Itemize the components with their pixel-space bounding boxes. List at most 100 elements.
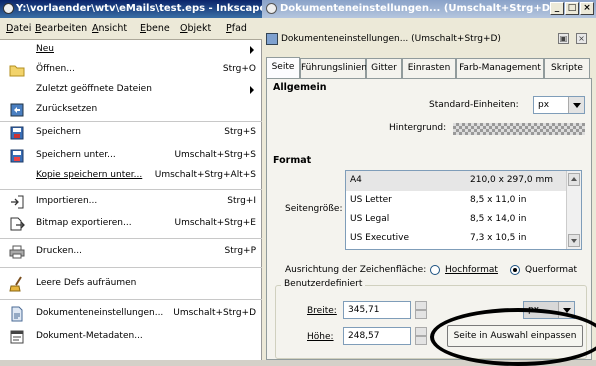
units-combo[interactable]: px	[533, 96, 585, 114]
submenu-arrow-icon	[250, 86, 254, 94]
dock-title: Dokumenteneinstellungen... (Umschalt+Str…	[281, 34, 501, 44]
menu-item-save-as[interactable]: Speichern unter... Umschalt+Strg+S	[0, 146, 262, 166]
page-size-dimensions: 8,5 x 14,0 in	[470, 214, 527, 224]
landscape-radio[interactable]	[510, 265, 520, 275]
dialog-title-bar[interactable]: Dokumenteneinstellungen... (Umschalt+Str…	[262, 0, 596, 18]
inkscape-app-icon	[266, 3, 277, 14]
menu-item-import[interactable]: Importieren... Strg+I	[0, 192, 262, 212]
menu-item-oeffnen[interactable]: Öffnen... Strg+O	[0, 60, 262, 80]
save-as-icon	[9, 148, 25, 164]
menu-item-label: Drucken...	[36, 246, 82, 256]
width-value: 345,71	[348, 305, 380, 315]
menu-separator	[0, 267, 262, 268]
inkscape-app-icon	[3, 3, 14, 14]
page-size-list[interactable]: A4 210,0 x 297,0 mm US Letter 8,5 x 11,0…	[345, 170, 582, 250]
menu-item-print[interactable]: Drucken... Strg+P	[0, 242, 262, 262]
revert-icon	[9, 102, 25, 118]
window-title-bar[interactable]: Y:\vorlaender\wtv\eMails\test.eps - Inks…	[0, 0, 262, 18]
list-item[interactable]: A4 210,0 x 297,0 mm	[346, 171, 568, 191]
menu-item-label: Dokument-Metadaten...	[36, 331, 143, 341]
menu-item-label: Zuletzt geöffnete Dateien	[36, 84, 152, 94]
menu-objekt[interactable]: Objekt	[180, 23, 211, 34]
custom-size-group-title: Benutzerdefiniert	[281, 279, 366, 289]
menu-item-revert[interactable]: Zurücksetzen	[0, 100, 262, 120]
width-input[interactable]: 345,71	[343, 301, 411, 319]
document-settings-icon	[9, 306, 25, 322]
page-size-dimensions: 210,0 x 297,0 mm	[470, 175, 553, 185]
increment-icon[interactable]	[415, 301, 427, 310]
list-item[interactable]: US Executive 7,3 x 10,5 in	[346, 229, 568, 249]
background-color-swatch[interactable]	[453, 123, 585, 135]
metadata-icon	[9, 329, 25, 345]
menu-separator	[0, 189, 262, 190]
menu-separator	[0, 121, 262, 122]
export-icon	[9, 216, 25, 232]
scroll-up-icon[interactable]	[568, 173, 580, 186]
folder-icon	[9, 62, 25, 78]
page-size-dimensions: 7,3 x 10,5 in	[470, 233, 527, 243]
close-button[interactable]: ×	[580, 2, 594, 15]
window-title: Y:\vorlaender\wtv\eMails\test.eps - Inks…	[16, 3, 262, 14]
page-size-dimensions: 8,5 x 11,0 in	[470, 195, 527, 205]
chevron-down-icon	[568, 97, 584, 113]
menu-datei[interactable]: Datei	[6, 23, 31, 34]
menu-item-save-copy[interactable]: Kopie speichern unter... Umschalt+Strg+A…	[0, 166, 262, 186]
height-input[interactable]: 248,57	[343, 327, 411, 345]
menu-ansicht[interactable]: Ansicht	[92, 23, 127, 34]
menu-item-shortcut: Umschalt+Strg+Alt+S	[154, 170, 256, 180]
portrait-radio[interactable]	[430, 265, 440, 275]
menu-item-label: Speichern unter...	[36, 150, 116, 160]
portrait-label[interactable]: Hochformat	[445, 265, 498, 275]
menu-item-document-metadata[interactable]: Dokument-Metadaten...	[0, 327, 262, 347]
menu-item-vacuum-defs[interactable]: Leere Defs aufräumen	[0, 274, 262, 294]
decrement-icon[interactable]	[415, 310, 427, 319]
menu-item-label: Zurücksetzen	[36, 104, 98, 114]
dialog-title: Dokumenteneinstellungen... (Umschalt+Str…	[280, 3, 555, 14]
printer-icon	[9, 244, 25, 260]
tab-seite[interactable]: Seite	[266, 57, 300, 78]
page-size-name: A4	[350, 175, 362, 185]
page-size-name: US Legal	[350, 214, 390, 224]
menu-item-export-bitmap[interactable]: Bitmap exportieren... Umschalt+Strg+E	[0, 214, 262, 234]
list-item[interactable]: US Legal 8,5 x 14,0 in	[346, 210, 568, 230]
menu-item-neu[interactable]: Neu	[0, 40, 262, 60]
file-menu-popup: Neu Öffnen... Strg+O Zuletzt geöffnete D…	[0, 40, 262, 360]
landscape-label[interactable]: Querformat	[525, 265, 577, 275]
menu-item-label: Neu	[36, 44, 54, 54]
menu-item-label: Speichern	[36, 127, 81, 137]
tab-farb-management[interactable]: Farb-Management	[456, 58, 544, 78]
menu-item-shortcut: Strg+O	[222, 64, 256, 74]
width-spinner[interactable]	[415, 301, 427, 319]
list-item[interactable]: US Letter 8,5 x 11,0 in	[346, 191, 568, 211]
menu-item-label: Bitmap exportieren...	[36, 218, 132, 228]
menu-item-document-properties[interactable]: Dokumenteneinstellungen... Umschalt+Strg…	[0, 304, 262, 324]
maximize-button[interactable]: □	[565, 2, 579, 15]
menu-item-shortcut: Umschalt+Strg+S	[174, 150, 256, 160]
tab-einrasten[interactable]: Einrasten	[402, 58, 456, 78]
menu-separator	[0, 299, 262, 300]
dock-close-button[interactable]: ×	[576, 33, 587, 44]
menu-ebene[interactable]: Ebene	[140, 23, 170, 34]
broom-icon	[9, 276, 25, 292]
scroll-down-icon[interactable]	[568, 234, 580, 247]
tab-gitter[interactable]: Gitter	[366, 58, 402, 78]
tab-skripte[interactable]: Skripte	[544, 58, 590, 78]
menu-bearbeiten[interactable]: Bearbeiten	[35, 23, 87, 34]
menu-item-label: Dokumenteneinstellungen...	[36, 308, 164, 318]
menu-item-recent-files[interactable]: Zuletzt geöffnete Dateien	[0, 80, 262, 100]
height-spinner[interactable]	[415, 327, 427, 345]
units-label: Standard-Einheiten:	[429, 100, 519, 110]
increment-icon[interactable]	[415, 327, 427, 336]
minimize-button[interactable]: _	[550, 2, 564, 15]
menu-item-speichern[interactable]: Speichern Strg+S	[0, 123, 262, 143]
submenu-arrow-icon	[250, 46, 254, 54]
tab-fuehrungslinien[interactable]: Führungslinien	[300, 58, 367, 78]
decrement-icon[interactable]	[415, 336, 427, 345]
menu-item-shortcut: Strg+P	[224, 246, 256, 256]
dock-iconify-button[interactable]: ▣	[558, 33, 569, 44]
orientation-label: Ausrichtung der Zeichenfläche:	[285, 265, 427, 275]
menu-item-label: Leere Defs aufräumen	[36, 278, 137, 288]
list-scrollbar[interactable]	[566, 171, 581, 249]
page-size-label: Seitengröße:	[285, 204, 343, 214]
menu-pfad[interactable]: Pfad	[226, 23, 247, 34]
